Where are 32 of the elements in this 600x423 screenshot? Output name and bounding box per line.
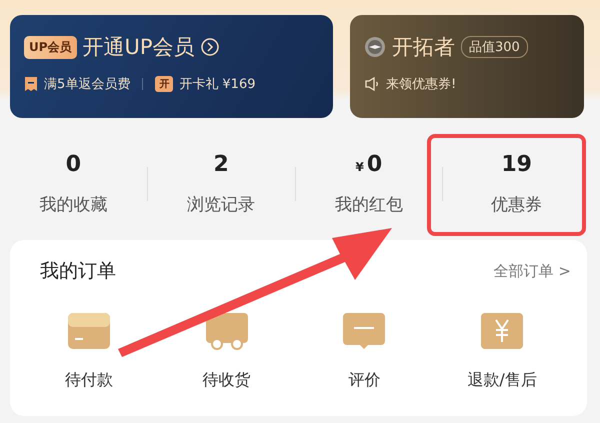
- stat-label[interactable]: 我的收藏: [39, 193, 108, 216]
- medal-icon: [364, 36, 386, 58]
- perk-text: 开卡礼 ¥169: [179, 76, 256, 93]
- order-status-label[interactable]: 待付款: [64, 370, 113, 391]
- notice-text: 来领优惠券!: [386, 76, 456, 93]
- order-status-label[interactable]: 退款/售后: [467, 370, 537, 391]
- receipt-icon: [24, 76, 38, 92]
- vip-card[interactable]: UP会员 开通UP会员 满5单返会员费 开 开卡礼 ¥169: [10, 15, 333, 118]
- stat-label[interactable]: 浏览记录: [187, 193, 256, 216]
- stat-label[interactable]: 我的红包: [334, 193, 403, 216]
- vip-badge: UP会员: [24, 36, 77, 58]
- stat-value[interactable]: 19: [501, 152, 532, 177]
- stat-value[interactable]: 0: [66, 152, 82, 177]
- stat-value[interactable]: 2: [213, 152, 229, 177]
- comment-icon: [342, 312, 386, 350]
- stat-value[interactable]: ¥0: [356, 152, 382, 177]
- value-badge: 品值300: [461, 36, 528, 58]
- orders-title: 我的订单: [40, 259, 116, 284]
- perk-text: 满5单返会员费: [44, 76, 130, 93]
- all-orders-link[interactable]: 全部订单 >: [494, 262, 571, 280]
- tag-badge: 开: [155, 76, 174, 92]
- truck-icon: [204, 312, 249, 350]
- order-status-label[interactable]: 评价: [348, 370, 380, 391]
- order-status-label[interactable]: 待收货: [202, 370, 251, 391]
- card-icon: [66, 312, 111, 350]
- chevron-circle-icon: [200, 38, 219, 56]
- stat-label[interactable]: 优惠券: [491, 193, 542, 216]
- yen-icon: [480, 312, 524, 350]
- speaker-icon: [364, 76, 380, 92]
- vip-title: 开通UP会员: [82, 34, 195, 61]
- level-title: 开拓者: [392, 34, 455, 61]
- level-card[interactable]: 开拓者 品值300 来领优惠券!: [350, 15, 584, 118]
